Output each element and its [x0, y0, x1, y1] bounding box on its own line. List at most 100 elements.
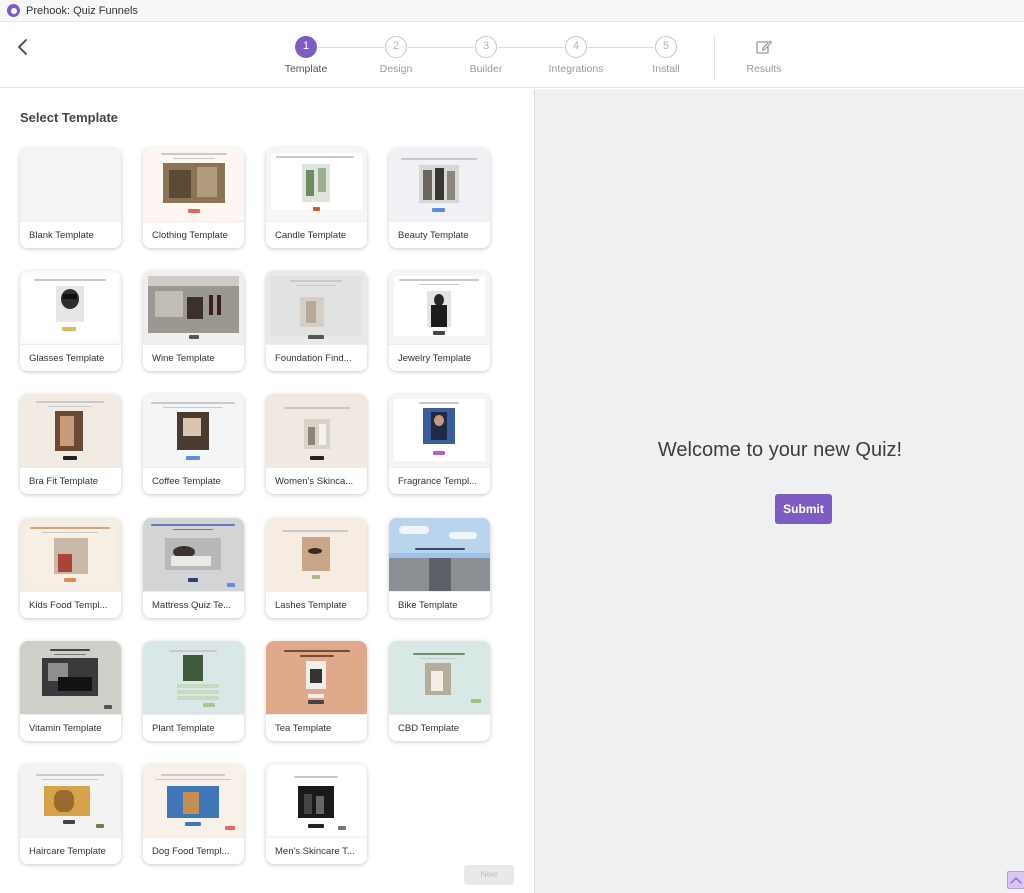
step-label: Template [284, 63, 328, 75]
template-name: Plant Template [143, 714, 244, 741]
results-button[interactable]: Results [733, 38, 795, 75]
template-card-vitamin[interactable]: Vitamin Template [20, 641, 121, 741]
template-name: Beauty Template [389, 221, 490, 248]
template-thumbnail [389, 641, 490, 714]
template-name: Glasses Template [20, 344, 121, 371]
template-name: Clothing Template [143, 221, 244, 248]
section-title: Select Template [20, 110, 119, 125]
template-thumbnail [389, 518, 490, 591]
template-card-coffee[interactable]: Coffee Template [143, 394, 244, 494]
template-name: Jewelry Template [389, 344, 490, 371]
template-name: Kids Food Templ... [20, 591, 121, 618]
template-thumbnail [266, 764, 367, 837]
template-card-mattress[interactable]: Mattress Quiz Te... [143, 518, 244, 618]
next-button[interactable]: Next [464, 865, 514, 885]
template-name: CBD Template [389, 714, 490, 741]
app-logo-icon [7, 4, 20, 17]
template-name: Fragrance Templ... [389, 467, 490, 494]
step-number: 2 [385, 36, 407, 58]
template-name: Dog Food Templ... [143, 837, 244, 864]
template-thumbnail [389, 394, 490, 467]
template-name: Coffee Template [143, 467, 244, 494]
chevron-up-icon[interactable] [1007, 871, 1024, 889]
template-card-jewelry[interactable]: Jewelry Template [389, 271, 490, 371]
header-divider [714, 36, 715, 80]
template-name: Candle Template [266, 221, 367, 248]
template-thumbnail [266, 148, 367, 221]
template-thumbnail [266, 518, 367, 591]
edit-icon [733, 38, 795, 56]
template-card-glasses[interactable]: Glasses Template [20, 271, 121, 371]
template-thumbnail [143, 271, 244, 344]
template-thumbnail [20, 148, 121, 221]
template-card-beauty[interactable]: Beauty Template [389, 148, 490, 248]
template-name: Vitamin Template [20, 714, 121, 741]
template-card-plant[interactable]: Plant Template [143, 641, 244, 741]
step-label: Integrations [548, 63, 604, 75]
template-name: Bike Template [389, 591, 490, 618]
template-card-tea[interactable]: Tea Template [266, 641, 367, 741]
results-label: Results [746, 63, 782, 75]
template-name: Blank Template [20, 221, 121, 248]
template-thumbnail [20, 764, 121, 837]
step-number: 4 [565, 36, 587, 58]
template-thumbnail [143, 394, 244, 467]
step-number: 1 [295, 36, 317, 58]
template-name: Women's Skinca... [266, 467, 367, 494]
template-name: Wine Template [143, 344, 244, 371]
template-card-haircare[interactable]: Haircare Template [20, 764, 121, 864]
back-arrow-icon[interactable] [12, 36, 34, 58]
template-card-blank[interactable]: Blank Template [20, 148, 121, 248]
template-thumbnail [389, 271, 490, 344]
template-name: Foundation Find... [266, 344, 367, 371]
template-name: Tea Template [266, 714, 367, 741]
step-label: Install [652, 63, 680, 75]
template-card-kids-food[interactable]: Kids Food Templ... [20, 518, 121, 618]
template-card-fragrance[interactable]: Fragrance Templ... [389, 394, 490, 494]
preview-heading: Welcome to your new Quiz! [657, 439, 903, 461]
step-integrations[interactable]: 4 Integrations [544, 36, 608, 75]
template-thumbnail [143, 148, 244, 221]
template-card-dog-food[interactable]: Dog Food Templ... [143, 764, 244, 864]
header: 1 Template 2 Design 3 Builder 4 Integrat… [0, 22, 1024, 88]
template-card-mens-skincare[interactable]: Men's Skincare T... [266, 764, 367, 864]
template-card-bra-fit[interactable]: Bra Fit Template [20, 394, 121, 494]
step-install[interactable]: 5 Install [634, 36, 698, 75]
step-number: 5 [655, 36, 677, 58]
template-name: Men's Skincare T... [266, 837, 367, 864]
title-bar: Prehook: Quiz Funnels [0, 0, 1024, 22]
template-name: Bra Fit Template [20, 467, 121, 494]
template-thumbnail [20, 641, 121, 714]
step-design[interactable]: 2 Design [364, 36, 428, 75]
template-thumbnail [389, 148, 490, 221]
template-panel: Select Template Blank Template Clothing … [0, 89, 534, 893]
template-name: Lashes Template [266, 591, 367, 618]
template-thumbnail [266, 641, 367, 714]
template-card-clothing[interactable]: Clothing Template [143, 148, 244, 248]
step-number: 3 [475, 36, 497, 58]
template-name: Haircare Template [20, 837, 121, 864]
template-card-candle[interactable]: Candle Template [266, 148, 367, 248]
template-thumbnail [143, 641, 244, 714]
app-title: Prehook: Quiz Funnels [26, 4, 138, 17]
step-template[interactable]: 1 Template [274, 36, 338, 75]
step-builder[interactable]: 3 Builder [454, 36, 518, 75]
template-card-cbd[interactable]: CBD Template [389, 641, 490, 741]
template-thumbnail [266, 394, 367, 467]
template-card-bike[interactable]: Bike Template [389, 518, 490, 618]
template-thumbnail [20, 518, 121, 591]
template-thumbnail [143, 518, 244, 591]
template-thumbnail [266, 271, 367, 344]
template-card-lashes[interactable]: Lashes Template [266, 518, 367, 618]
template-name: Mattress Quiz Te... [143, 591, 244, 618]
step-label: Design [379, 63, 413, 75]
template-thumbnail [20, 271, 121, 344]
template-card-womens-skincare[interactable]: Women's Skinca... [266, 394, 367, 494]
quiz-preview: Welcome to your new Quiz! Submit [534, 89, 1024, 893]
submit-button[interactable]: Submit [775, 494, 832, 524]
template-card-wine[interactable]: Wine Template [143, 271, 244, 371]
template-card-foundation[interactable]: Foundation Find... [266, 271, 367, 371]
step-label: Builder [469, 63, 503, 75]
template-thumbnail [143, 764, 244, 837]
template-thumbnail [20, 394, 121, 467]
